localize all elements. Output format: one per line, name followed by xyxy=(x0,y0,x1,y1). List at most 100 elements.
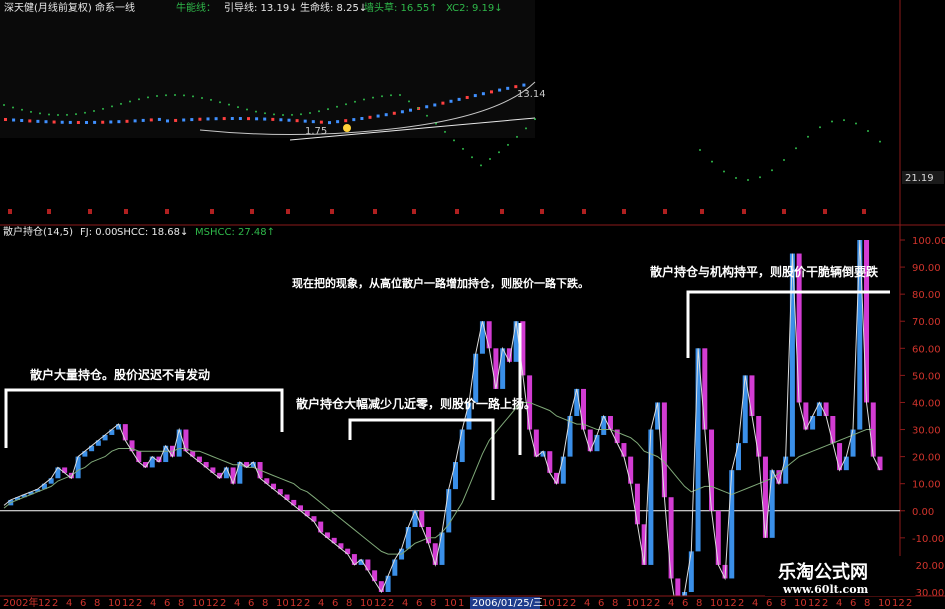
x-tick-label: 8 xyxy=(696,598,702,609)
top-price-mark xyxy=(68,120,72,124)
top-price-mark xyxy=(157,117,161,121)
top-price-mark xyxy=(287,118,291,122)
shcc-bar xyxy=(621,443,627,457)
shcc-bar xyxy=(459,429,465,463)
top-green-dot xyxy=(489,158,491,161)
y-tick-label: 0.00 xyxy=(912,507,934,518)
x-tick-label: 10 xyxy=(192,598,205,609)
top-price-mark xyxy=(247,117,250,121)
top-green-dot xyxy=(327,108,329,111)
shcc-bar xyxy=(581,388,587,430)
top-green-dot xyxy=(12,106,14,109)
right-value: 21.19 xyxy=(905,173,934,184)
shcc-bar xyxy=(500,348,506,389)
period-marker xyxy=(165,209,169,214)
top-green-dot xyxy=(84,111,86,114)
x-tick-label: 8 xyxy=(612,598,618,609)
x-tick-label: 8 xyxy=(780,598,786,609)
period-marker xyxy=(742,209,746,214)
x-tick-label: 2 xyxy=(52,598,58,609)
x-tick-label: 6 xyxy=(416,598,422,609)
top-price-panel: 深天健(月线前复权) 命系一线 牛能线： 引导线: 13.19↓ 生命线: 8.… xyxy=(0,0,945,226)
top-price-mark xyxy=(465,95,469,99)
top-green-dot xyxy=(435,122,437,125)
x-tick-label: 8 xyxy=(94,598,100,609)
top-green-dot xyxy=(723,170,725,173)
top-green-dot xyxy=(30,110,32,113)
top-green-dot xyxy=(102,107,104,110)
top-green-dot xyxy=(699,149,701,151)
top-green-dot xyxy=(336,105,338,108)
top-price-mark xyxy=(76,120,80,124)
top-price-mark xyxy=(149,118,153,122)
top-green-dot xyxy=(747,178,749,181)
x-tick-label: 10 xyxy=(710,598,723,609)
period-marker xyxy=(8,209,12,214)
y-axis-ticks: 100.00 90.00 80.00 70.00 60.00 50.00 40.00 30.0… xyxy=(900,236,945,599)
x-tick-label: 10 xyxy=(878,598,891,609)
period-marker xyxy=(88,209,92,214)
shcc-bar xyxy=(75,456,81,479)
shcc-bar xyxy=(661,402,667,498)
shcc-bar xyxy=(479,321,485,354)
x-tick-label: 4 xyxy=(584,598,590,609)
bracket-1 xyxy=(4,388,284,448)
top-green-dot xyxy=(345,103,347,106)
qiangtou-label: 墙头草: 16.55↑ xyxy=(364,1,438,14)
y-tick-label: 40.00 xyxy=(912,398,941,409)
shcc-bar xyxy=(473,353,479,403)
shcc-bar xyxy=(372,570,378,582)
top-green-dot xyxy=(120,102,122,105)
top-green-dot xyxy=(21,108,23,111)
period-marker xyxy=(500,209,504,214)
watermark-url: www.60lt.com xyxy=(782,583,869,596)
shcc-bar xyxy=(533,429,539,457)
x-tick-label: 2 xyxy=(220,598,226,609)
x-tick-label: 4 xyxy=(402,598,408,609)
shcc-bar xyxy=(452,462,458,490)
top-price-mark xyxy=(109,120,113,124)
top-green-dot xyxy=(408,100,410,103)
top-green-dot xyxy=(381,95,383,98)
shcc-bar xyxy=(318,521,324,533)
x-tick-label: 6 xyxy=(598,598,604,609)
top-price-mark xyxy=(198,117,202,121)
top-price-mark xyxy=(392,111,396,115)
x-tick-label: 12 xyxy=(374,598,387,609)
period-marker xyxy=(823,209,827,214)
period-marker xyxy=(286,209,290,214)
top-green-dot xyxy=(66,113,68,116)
shcc-bar xyxy=(547,451,553,473)
top-price-mark xyxy=(490,90,493,94)
top-price-mark xyxy=(449,99,453,103)
top-price-mark xyxy=(303,119,307,123)
y-tick-label: 80.00 xyxy=(912,290,941,301)
shcc-bar xyxy=(122,424,128,441)
top-green-dot xyxy=(390,94,392,97)
top-price-mark xyxy=(117,120,121,124)
top-green-dot xyxy=(807,135,809,138)
y-tick-label: 30.00 xyxy=(912,426,941,437)
top-price-mark xyxy=(174,118,178,122)
shcc-bar xyxy=(486,321,492,349)
y-tick-label: 20.00 xyxy=(912,453,941,464)
x-tick-label: 10 xyxy=(794,598,807,609)
top-green-dot xyxy=(867,130,869,133)
top-price-mark xyxy=(506,86,510,90)
shcc-bar xyxy=(843,456,849,471)
annotation-3: 现在把的现象，从高位散户一路增加持仓，则股价一路下跌。 xyxy=(292,276,589,290)
shcc-bar xyxy=(493,348,499,389)
shcc-bar xyxy=(385,575,391,592)
x-tick-label: 10 xyxy=(360,598,373,609)
x-tick-label: 10 xyxy=(276,598,289,609)
top-price-mark xyxy=(400,110,404,114)
top-green-dot xyxy=(183,94,185,97)
shcc-bar xyxy=(412,510,418,528)
top-price-mark xyxy=(498,88,502,92)
top-green-dot xyxy=(75,113,77,116)
top-price-mark xyxy=(85,120,88,124)
y-tick-label: -10.00 xyxy=(912,534,944,545)
top-green-dot xyxy=(426,114,428,117)
top-price-mark xyxy=(182,118,186,122)
period-marker xyxy=(782,209,786,214)
